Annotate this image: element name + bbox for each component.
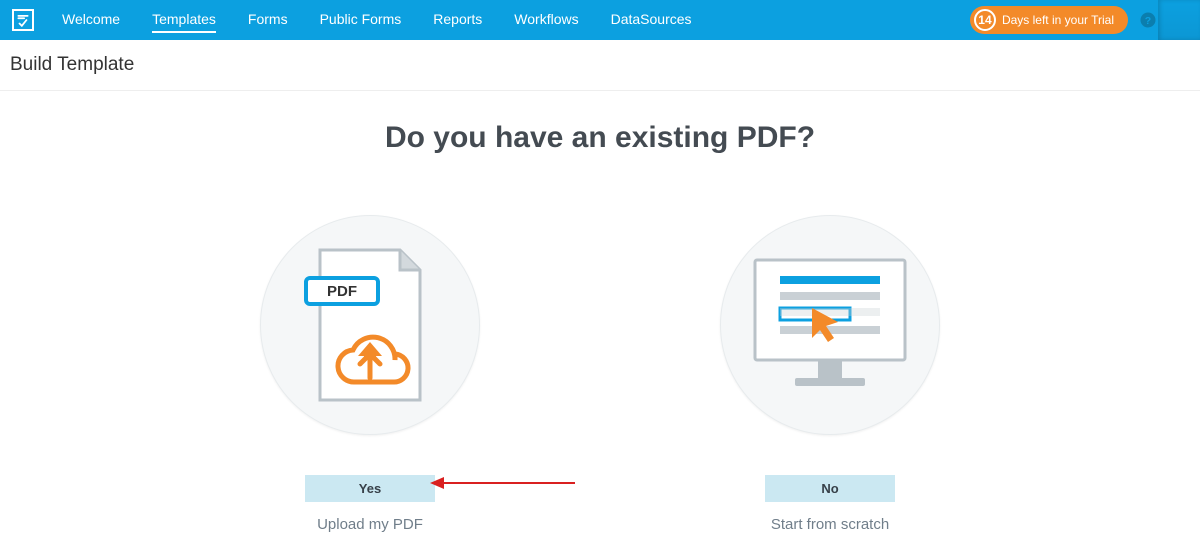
trial-pill[interactable]: 14 Days left in your Trial	[970, 6, 1128, 34]
annotation-arrow-icon	[430, 475, 575, 491]
option-start-scratch: No Start from scratch	[720, 215, 940, 533]
app-logo-icon[interactable]	[12, 9, 34, 31]
option-upload-pdf: PDF Yes Upload my PDF	[260, 215, 480, 533]
options-row: PDF Yes Upload my PDF	[0, 215, 1200, 533]
yes-button[interactable]: Yes	[305, 475, 435, 502]
nav-datasources[interactable]: DataSources	[611, 7, 692, 33]
trial-days-badge: 14	[974, 9, 996, 31]
prompt-title: Do you have an existing PDF?	[0, 121, 1200, 155]
nav-forms[interactable]: Forms	[248, 7, 288, 33]
upload-pdf-illustration: PDF	[260, 215, 480, 435]
trial-label: Days left in your Trial	[1002, 13, 1114, 27]
pdf-badge-text: PDF	[327, 283, 357, 300]
nav-public-forms[interactable]: Public Forms	[320, 7, 402, 33]
top-navbar: Welcome Templates Forms Public Forms Rep…	[0, 0, 1200, 40]
scratch-caption: Start from scratch	[771, 516, 889, 533]
no-button[interactable]: No	[765, 475, 895, 502]
help-icon[interactable]: ?	[1138, 10, 1158, 30]
page-title: Build Template	[10, 54, 134, 75]
main-nav: Welcome Templates Forms Public Forms Rep…	[62, 7, 692, 33]
upload-caption: Upload my PDF	[317, 516, 423, 533]
scratch-illustration	[720, 215, 940, 435]
page-subheader: Build Template	[0, 40, 1200, 91]
main-content: Do you have an existing PDF? PDF	[0, 91, 1200, 533]
nav-reports[interactable]: Reports	[433, 7, 482, 33]
topbar-right: 14 Days left in your Trial ?	[970, 6, 1188, 34]
nav-workflows[interactable]: Workflows	[514, 7, 578, 33]
nav-templates[interactable]: Templates	[152, 7, 216, 33]
nav-welcome[interactable]: Welcome	[62, 7, 120, 33]
side-panel-stub	[1158, 0, 1200, 40]
svg-text:?: ?	[1145, 15, 1151, 27]
